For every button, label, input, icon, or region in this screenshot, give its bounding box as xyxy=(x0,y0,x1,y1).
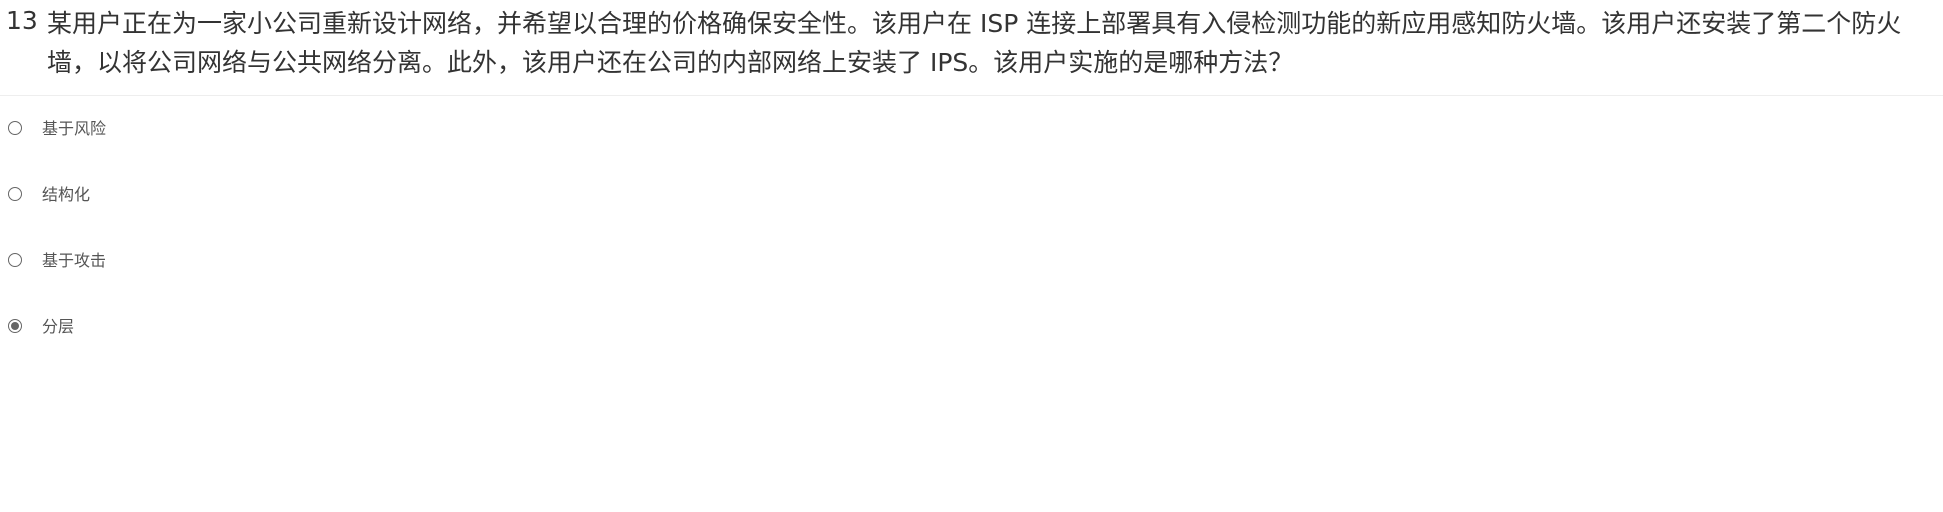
radio-button-icon[interactable] xyxy=(8,121,22,135)
option-label[interactable]: 基于风险 xyxy=(42,120,106,138)
option-label[interactable]: 结构化 xyxy=(42,186,90,204)
radio-button-icon[interactable] xyxy=(8,187,22,201)
option-attack-based[interactable]: 基于攻击 xyxy=(0,241,260,281)
option-risk-based[interactable]: 基于风险 xyxy=(0,109,260,149)
radio-button-selected-icon[interactable] xyxy=(8,319,22,333)
option-structured[interactable]: 结构化 xyxy=(0,175,260,215)
option-label[interactable]: 基于攻击 xyxy=(42,252,106,270)
question-text: 某用户正在为一家小公司重新设计网络，并希望以合理的价格确保安全性。该用户在 IS… xyxy=(47,9,1902,77)
option-label[interactable]: 分层 xyxy=(42,318,74,336)
option-layered[interactable]: 分层 xyxy=(0,307,260,347)
question-number: 13 xyxy=(6,6,38,35)
radio-button-icon[interactable] xyxy=(8,253,22,267)
question-block: 13 某用户正在为一家小公司重新设计网络，并希望以合理的价格确保安全性。该用户在… xyxy=(0,0,1943,96)
